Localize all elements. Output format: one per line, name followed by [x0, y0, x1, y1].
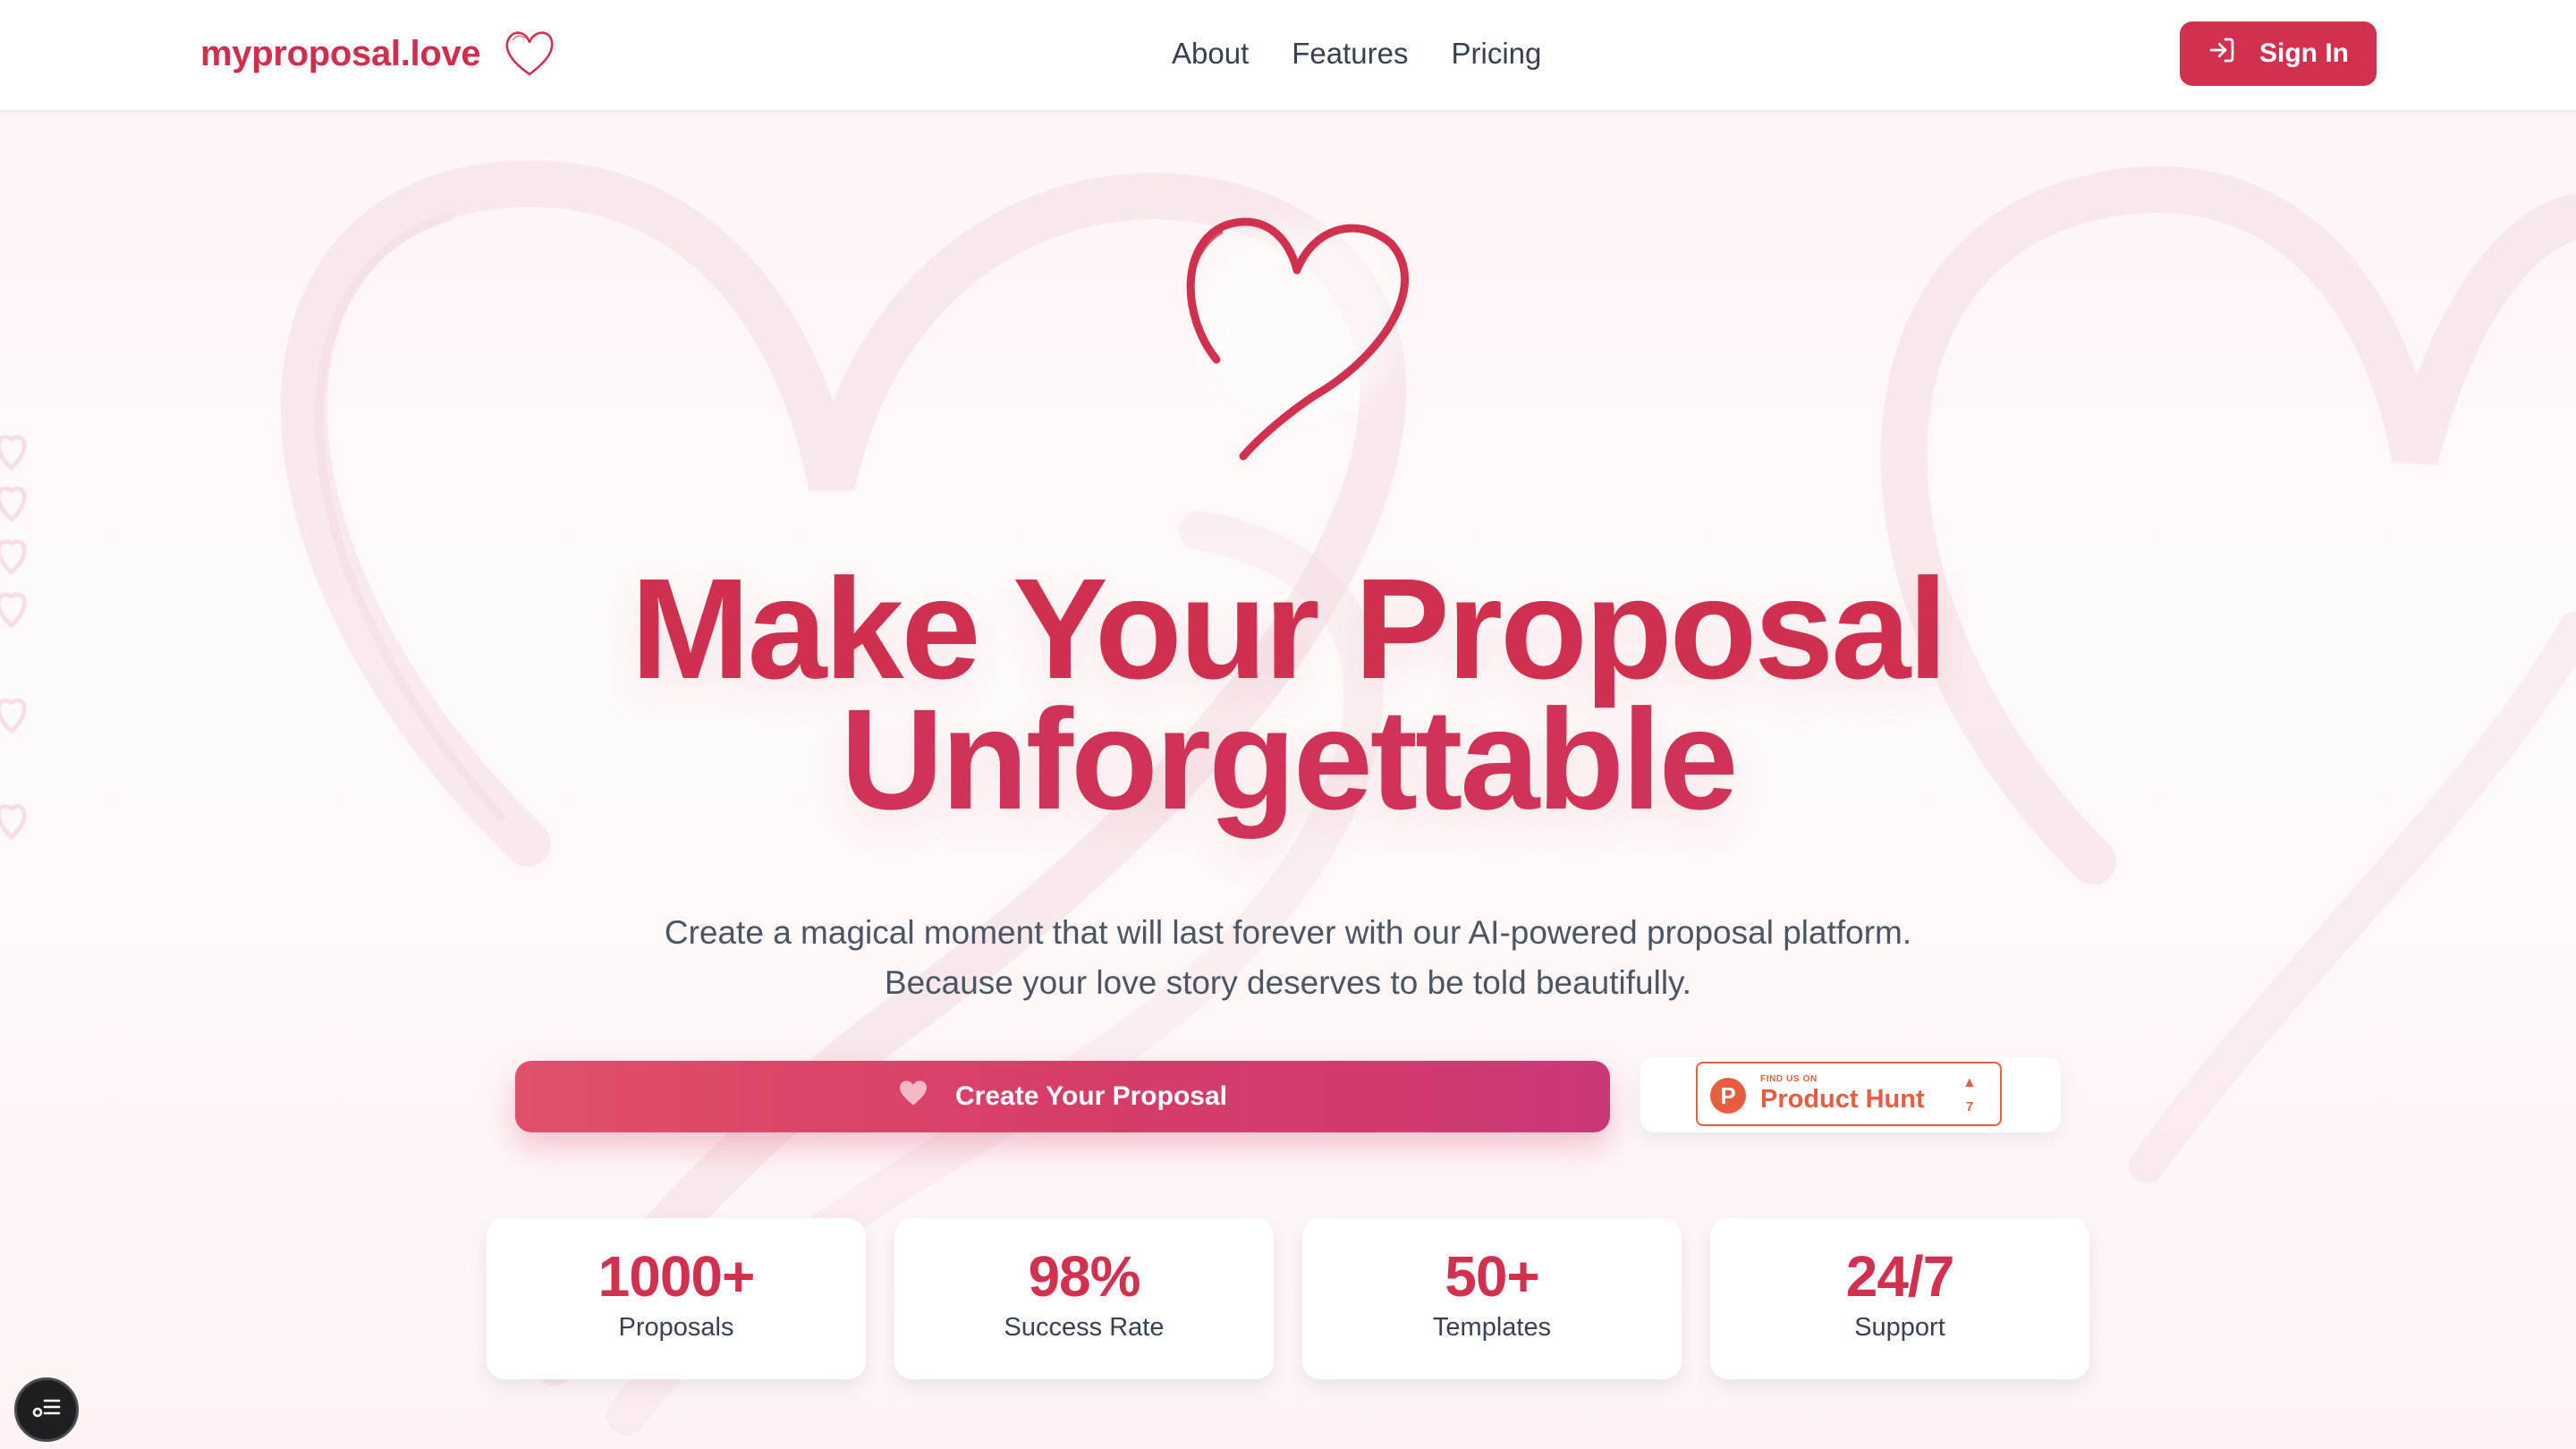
stat-label: Support — [1854, 1313, 1945, 1342]
stat-label: Success Rate — [1004, 1313, 1165, 1342]
hero-title: Make Your Proposal Unforgettable — [0, 548, 2576, 839]
product-hunt-upvote-count: 7 — [1966, 1099, 1974, 1114]
brand-name: myproposal.love — [200, 33, 481, 73]
product-hunt-name: Product Hunt — [1760, 1085, 1925, 1114]
create-proposal-button[interactable]: Create Your Proposal — [515, 1061, 1610, 1132]
hero-subtitle: Create a magical moment that will last f… — [0, 908, 2576, 1008]
product-hunt-card: P FIND US ON Product Hunt ▲ 7 — [1640, 1057, 2061, 1132]
nav-link-features[interactable]: Features — [1292, 37, 1408, 71]
stat-card-support: 24/7 Support — [1710, 1218, 2089, 1379]
brand-logo-link[interactable]: myproposal.love — [200, 25, 555, 82]
stat-card-success-rate: 98% Success Rate — [894, 1218, 1274, 1379]
login-icon — [2207, 36, 2236, 72]
nav-link-pricing[interactable]: Pricing — [1451, 37, 1541, 71]
nav-link-about[interactable]: About — [1172, 37, 1249, 71]
product-hunt-badge[interactable]: P FIND US ON Product Hunt ▲ 7 — [1696, 1062, 2002, 1126]
floating-menu-button[interactable] — [14, 1377, 79, 1442]
menu-list-icon — [31, 1395, 62, 1425]
product-hunt-small-label: FIND US ON — [1760, 1074, 1818, 1084]
product-hunt-logo: P — [1710, 1078, 1746, 1114]
hero-title-line-1: Make Your Proposal — [631, 548, 1947, 708]
stat-value: 98% — [1028, 1244, 1140, 1309]
sign-in-label: Sign In — [2259, 38, 2349, 68]
hero-subtitle-line-1: Create a magical moment that will last f… — [664, 914, 1912, 951]
stat-value: 24/7 — [1845, 1244, 1955, 1309]
stats-row: 1000+ Proposals 98% Success Rate 50+ Tem… — [487, 1218, 2089, 1379]
sign-in-button[interactable]: Sign In — [2180, 21, 2377, 86]
triangle-up-icon: ▲ — [1962, 1075, 1977, 1090]
stat-value: 50+ — [1445, 1244, 1540, 1309]
hero-subtitle-line-2: Because your love story deserves to be t… — [884, 964, 1692, 1001]
stat-label: Proposals — [618, 1313, 734, 1342]
stat-label: Templates — [1432, 1313, 1552, 1342]
stat-value: 1000+ — [597, 1244, 756, 1309]
stat-card-templates: 50+ Templates — [1302, 1218, 1682, 1379]
main-nav-links: About Features Pricing — [1172, 30, 1541, 77]
create-proposal-label: Create Your Proposal — [955, 1081, 1227, 1111]
heart-icon — [898, 1080, 928, 1114]
heart-brush-icon — [1163, 208, 1431, 476]
heart-outline-icon — [504, 30, 555, 78]
top-navigation-bar: myproposal.love About Features Pricing S… — [0, 0, 2576, 112]
stat-card-proposals: 1000+ Proposals — [487, 1218, 866, 1379]
hero-title-line-2: Unforgettable — [840, 679, 1739, 839]
